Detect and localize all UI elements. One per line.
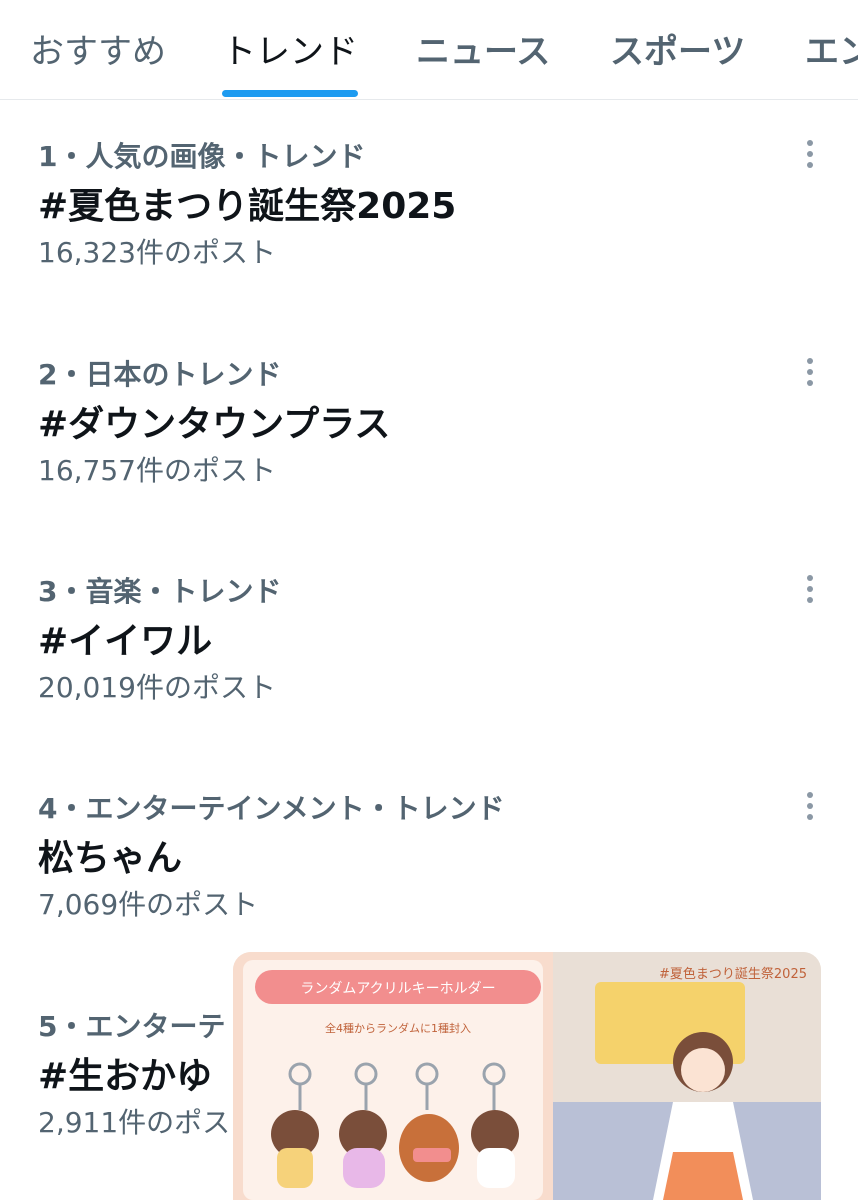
more-options-icon[interactable]: [794, 570, 826, 610]
trend-post-count: 16,757件のポスト: [38, 454, 276, 487]
active-tab-indicator: [222, 90, 358, 97]
tab-trending[interactable]: トレンド: [222, 24, 358, 73]
more-options-icon[interactable]: [794, 135, 826, 175]
trend-meta: 1・人気の画像・トレンド: [38, 140, 366, 173]
media-subtitle-text: 全4種からランダムに1種封入: [325, 1021, 471, 1035]
more-options-icon[interactable]: [794, 353, 826, 393]
trend-post-count: 7,069件のポスト: [38, 888, 259, 921]
tab-news[interactable]: ニュース: [416, 24, 550, 73]
trend-name[interactable]: #イイワル: [38, 612, 212, 664]
tab-sports[interactable]: スポーツ: [610, 24, 745, 73]
more-options-icon[interactable]: [794, 787, 826, 827]
media-hashtag-text: #夏色まつり誕生祭2025: [659, 966, 807, 982]
explore-tab-bar: おすすめ トレンド ニュース スポーツ エン: [0, 0, 858, 100]
media-banner-text: ランダムアクリルキーホルダー: [300, 981, 495, 997]
trend-name[interactable]: #夏色まつり誕生祭2025: [38, 177, 456, 229]
trend-item-3[interactable]: 3・音楽・トレンド #イイワル 20,019件のポスト: [0, 570, 858, 788]
trend-item-2[interactable]: 2・日本のトレンド #ダウンタウンプラス 16,757件のポスト: [0, 353, 858, 571]
tab-entertainment[interactable]: エン: [805, 24, 858, 73]
media-illustration: ランダムアクリルキーホルダー 全4種からランダムに1種封入 #夏色まつり誕生祭2…: [233, 952, 821, 1200]
tab-for-you[interactable]: おすすめ: [30, 24, 166, 73]
trend-meta: 5・エンターテ: [38, 1010, 226, 1043]
trend-media-preview[interactable]: ランダムアクリルキーホルダー 全4種からランダムに1種封入 #夏色まつり誕生祭2…: [233, 952, 821, 1200]
trend-post-count: 16,323件のポスト: [38, 236, 276, 269]
trend-post-count: 20,019件のポスト: [38, 671, 276, 704]
trend-post-count: 2,911件のポス: [38, 1106, 231, 1139]
trend-item-1[interactable]: 1・人気の画像・トレンド #夏色まつり誕生祭2025 16,323件のポスト: [0, 135, 858, 353]
trend-meta: 4・エンターテインメント・トレンド: [38, 792, 505, 825]
trend-name[interactable]: 松ちゃん: [38, 829, 182, 881]
trend-name[interactable]: #ダウンタウンプラス: [38, 395, 390, 447]
trend-meta: 3・音楽・トレンド: [38, 575, 282, 608]
trend-name[interactable]: #生おかゆ: [38, 1047, 212, 1099]
trend-meta: 2・日本のトレンド: [38, 358, 282, 391]
